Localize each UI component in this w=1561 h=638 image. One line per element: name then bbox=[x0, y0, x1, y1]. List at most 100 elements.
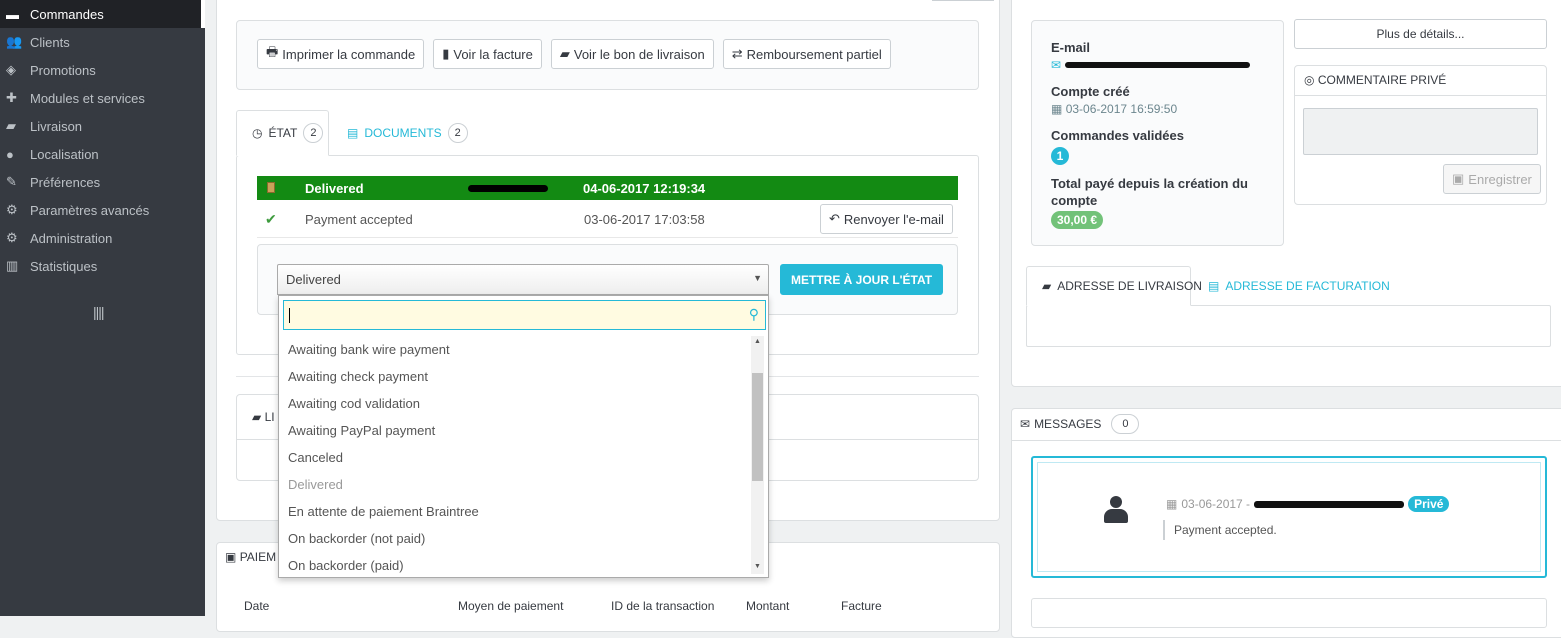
payment-column-header: Date bbox=[244, 599, 270, 613]
email-value[interactable]: ✉ bbox=[1051, 58, 1271, 72]
resend-email-button[interactable]: ↶ Renvoyer l'e-mail bbox=[820, 204, 953, 234]
view-delivery-slip-label: Voir le bon de livraison bbox=[573, 46, 705, 62]
more-details-button[interactable]: Plus de détails... bbox=[1294, 19, 1547, 49]
tab-state[interactable]: ◷ ÉTAT 2 bbox=[252, 110, 324, 156]
tab-invoice-address[interactable]: ▤ ADRESSE DE FACTURATION bbox=[1208, 263, 1390, 309]
valid-orders-label: Commandes validées bbox=[1051, 128, 1184, 143]
tab-documents[interactable]: ▤ DOCUMENTS 2 bbox=[347, 110, 468, 156]
dropdown-option[interactable]: Awaiting PayPal payment bbox=[279, 417, 749, 444]
sidebar-item-statistiques[interactable]: ▥ Statistiques bbox=[0, 252, 205, 280]
divider bbox=[257, 237, 958, 238]
private-note-textarea[interactable] bbox=[1303, 108, 1538, 155]
delivered-state-icon bbox=[267, 181, 281, 196]
dropdown-option[interactable]: Canceled bbox=[279, 444, 749, 471]
print-order-button[interactable]: 🖶 Imprimer la commande bbox=[257, 39, 425, 69]
dropdown-option: Delivered bbox=[288, 477, 343, 492]
divider bbox=[1294, 95, 1547, 96]
dropdown-search-input[interactable]: ⚲ bbox=[283, 300, 766, 330]
state-dropdown: ⚲ Awaiting bank wire payment Awaiting che… bbox=[278, 295, 769, 578]
private-note-title-text: COMMENTAIRE PRIVÉ bbox=[1317, 73, 1447, 87]
partial-refund-label: Remboursement partiel bbox=[746, 46, 882, 62]
credit-card-icon: ▬ bbox=[6, 6, 19, 22]
sidebar-item-label: Commandes bbox=[30, 6, 104, 22]
bar-chart-icon: ▥ bbox=[6, 258, 19, 273]
view-invoice-label: Voir la facture bbox=[453, 46, 533, 62]
caret-down-icon: ▼ bbox=[753, 273, 762, 283]
dropdown-options: Awaiting bank wire payment Awaiting check… bbox=[279, 336, 749, 579]
sidebar-item-clients[interactable]: 👥 Clients bbox=[0, 28, 205, 56]
envelope-icon: ✉ bbox=[1051, 58, 1062, 72]
resend-email-label: Renvoyer l'e-mail bbox=[843, 211, 944, 227]
view-delivery-slip-button[interactable]: ▰ Voir le bon de livraison bbox=[550, 39, 714, 69]
envelope-icon: ✉ bbox=[1020, 417, 1031, 431]
messages-count: 0 bbox=[1111, 414, 1140, 434]
valid-orders-badge: 1 bbox=[1051, 147, 1069, 165]
tab-shipping-address[interactable]: ▰ ADRESSE DE LIVRAISON bbox=[1042, 263, 1202, 309]
sidebar-item-livraison[interactable]: ▰ Livraison bbox=[0, 112, 205, 140]
puzzle-icon: ✚ bbox=[6, 90, 17, 105]
sidebar-item-label: Paramètres avancés bbox=[30, 202, 150, 218]
truck-icon: ▰ bbox=[559, 46, 570, 61]
file-icon: ▮ bbox=[442, 46, 450, 61]
dropdown-option[interactable]: On backorder (not paid) bbox=[279, 525, 749, 552]
scrollbar-thumb[interactable] bbox=[752, 373, 763, 481]
money-icon: ▣ bbox=[225, 550, 237, 564]
dropdown-option[interactable]: Awaiting bank wire payment bbox=[279, 336, 749, 363]
payment-column-header: Moyen de paiement bbox=[458, 599, 564, 613]
search-icon: ⚲ bbox=[748, 306, 759, 322]
payment-column-header: ID de la transaction bbox=[611, 599, 715, 613]
state-select[interactable]: Delivered ▼ bbox=[277, 264, 769, 295]
text-cursor bbox=[289, 308, 290, 323]
sidebar-item-param-tres-avanc-s[interactable]: ⚙ Paramètres avancés bbox=[0, 196, 205, 224]
payment-panel-title-text: PAIEM bbox=[239, 550, 277, 564]
reply-icon: ↶ bbox=[829, 211, 840, 226]
dropdown-option[interactable]: Awaiting cod validation bbox=[279, 390, 749, 417]
save-note-button[interactable]: ▣ Enregistrer bbox=[1443, 164, 1541, 194]
cogs-icon: ⚙ bbox=[6, 202, 18, 217]
tab-documents-label: DOCUMENTS bbox=[364, 126, 442, 140]
redacted-email bbox=[1065, 62, 1251, 68]
dropdown-scrollbar[interactable]: ▲ ▼ bbox=[751, 336, 764, 574]
sidebar-item-pr-f-rences[interactable]: ✎ Préférences bbox=[0, 168, 205, 196]
cog-icon: ⚙ bbox=[6, 230, 18, 245]
dropdown-option[interactable]: On backorder (paid) bbox=[279, 552, 749, 579]
redacted-employee bbox=[468, 184, 548, 192]
eye-slash-icon: ◎ bbox=[1304, 73, 1315, 87]
truck-icon: ▰ bbox=[1042, 279, 1052, 293]
dropdown-option[interactable]: Awaiting check payment bbox=[279, 363, 749, 390]
account-created-label: Compte créé bbox=[1051, 84, 1130, 99]
tab-shipping-address-label: ADRESSE DE LIVRAISON bbox=[1057, 279, 1202, 293]
payment-column-header: Facture bbox=[841, 599, 882, 613]
dropdown-option[interactable]: En attente de paiement Braintree bbox=[279, 498, 749, 525]
truck-icon: ▰ bbox=[252, 410, 262, 424]
tab-state-count: 2 bbox=[303, 123, 324, 143]
message-meta: ▦ 03-06-2017 - Privé bbox=[1166, 496, 1450, 512]
scroll-down-icon[interactable]: ▼ bbox=[754, 563, 761, 570]
scroll-up-icon[interactable]: ▲ bbox=[754, 338, 761, 345]
view-invoice-button[interactable]: ▮ Voir la facture bbox=[433, 39, 542, 69]
sidebar-item-label: Clients bbox=[30, 34, 70, 50]
state-select-value: Delivered bbox=[286, 272, 341, 287]
sidebar-item-modules-et-services[interactable]: ✚ Modules et services bbox=[0, 84, 205, 112]
account-created-date: 03-06-2017 16:59:50 bbox=[1065, 102, 1178, 116]
tab-invoice-address-label: ADRESSE DE FACTURATION bbox=[1225, 279, 1390, 293]
sidebar-item-localisation[interactable]: ● Localisation bbox=[0, 140, 205, 168]
collapse-menu-icon[interactable]: |||| bbox=[93, 304, 105, 320]
sidebar-item-administration[interactable]: ⚙ Administration bbox=[0, 224, 205, 252]
calendar-icon: ▦ bbox=[1051, 102, 1063, 116]
state-name: Delivered bbox=[305, 180, 364, 196]
payment-column-header: Montant bbox=[746, 599, 790, 613]
state-date: 03-06-2017 17:03:58 bbox=[584, 211, 705, 227]
total-paid-label: Total payé depuis la création du compte bbox=[1051, 176, 1248, 208]
account-created-value: ▦ 03-06-2017 16:59:50 bbox=[1051, 102, 1271, 116]
partial-refund-button[interactable]: ⇄ Remboursement partiel bbox=[722, 39, 891, 69]
update-state-button[interactable]: METTRE À JOUR L'ÉTAT bbox=[780, 264, 944, 295]
sidebar: ▬ Commandes 👥 Clients ◈ Promotions ✚ Modules et… bbox=[0, 0, 205, 616]
sidebar-item-commandes[interactable]: ▬ Commandes bbox=[0, 0, 205, 28]
private-note-title: ◎ COMMENTAIRE PRIVÉ bbox=[1304, 73, 1446, 87]
messages-title-text: MESSAGES bbox=[1034, 417, 1102, 431]
tab-state-label: ÉTAT bbox=[268, 126, 298, 140]
sidebar-item-label: Promotions bbox=[30, 62, 96, 78]
sidebar-item-promotions[interactable]: ◈ Promotions bbox=[0, 56, 205, 84]
customer-info: E-mail ✉ Compte créé ▦ 03-06-2017 16:59:… bbox=[1051, 40, 1271, 229]
